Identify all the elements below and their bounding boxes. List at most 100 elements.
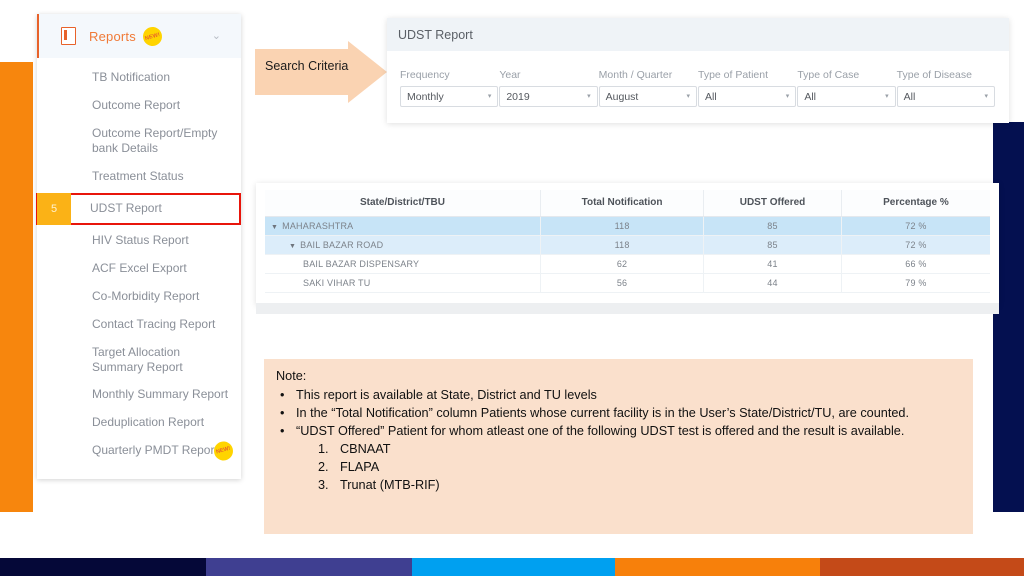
bullet-marker-icon: • <box>280 406 285 421</box>
filter-label: Type of Patient <box>697 69 769 81</box>
new-badge-icon: NEW! <box>140 24 165 48</box>
sidebar-header-reports[interactable]: Reports NEW! ⌄ <box>37 14 241 58</box>
strip-segment-3 <box>412 558 615 576</box>
chevron-down-icon[interactable]: ⌄ <box>212 30 221 42</box>
chevron-down-icon: ▾ <box>686 93 690 100</box>
row-name-cell[interactable]: ▼ MAHARASHTRA <box>265 216 541 236</box>
table-header-row: State/District/TBU Total Notification UD… <box>265 190 990 217</box>
udst-results-table-card: State/District/TBU Total Notification UD… <box>256 183 999 305</box>
sidebar-item-outcome-report[interactable]: Outcome Report <box>37 92 241 120</box>
filter-label: Year <box>499 69 521 81</box>
note-bullet: • In the “Total Notification” column Pat… <box>276 404 961 422</box>
cell-percentage: 66 % <box>841 254 990 274</box>
sidebar-menu-list: TB Notification Outcome Report Outcome R… <box>36 58 241 479</box>
select-value: All <box>704 90 717 103</box>
bullet-marker-icon: • <box>280 424 285 439</box>
sidebar-item-treatment-status[interactable]: Treatment Status <box>37 163 241 191</box>
row-name: MAHARASHTRA <box>282 221 354 231</box>
note-bullet-text: “UDST Offered” Patient for whom atleast … <box>296 424 905 439</box>
row-name-cell[interactable]: ▼ BAIL BAZAR ROAD <box>265 235 541 255</box>
note-bullet: • “UDST Offered” Patient for whom atleas… <box>276 422 961 440</box>
select-value: 2019 <box>506 90 530 103</box>
note-title: Note: <box>276 369 307 383</box>
type-of-disease-select[interactable]: All ▾ <box>896 86 995 107</box>
column-header-udst-offered: UDST Offered <box>703 190 842 217</box>
sidebar-item-label: Target Allocation Summary Report <box>92 344 183 375</box>
type-of-patient-select[interactable]: All ▾ <box>697 86 797 107</box>
select-value: All <box>804 90 816 103</box>
note-number-text: Trunat (MTB-RIF) <box>340 478 440 493</box>
sidebar-item-tb-notification[interactable]: TB Notification <box>37 64 241 92</box>
sidebar-item-co-morbidity-report[interactable]: Co-Morbidity Report <box>37 283 241 311</box>
left-accent-bar <box>0 62 33 512</box>
year-select[interactable]: 2019 ▾ <box>499 86 598 107</box>
expander-triangle-icon[interactable]: ▼ <box>289 243 296 250</box>
note-bullet-text: In the “Total Notification” column Patie… <box>296 406 910 421</box>
sidebar-item-quarterly-pmdt-report[interactable]: Quarterly PMDT Report NEW! <box>37 437 241 465</box>
sidebar-item-deduplication-report[interactable]: Deduplication Report <box>37 409 241 437</box>
search-criteria-label: Search Criteria <box>265 59 349 73</box>
cell-udst-offered: 41 <box>703 254 842 274</box>
note-box: Note: • This report is available at Stat… <box>264 359 973 534</box>
cell-percentage: 79 % <box>841 273 990 293</box>
note-number-text: CBNAAT <box>340 442 391 457</box>
sidebar-item-label: Deduplication Report <box>92 415 205 430</box>
table-row[interactable]: SAKI VIHAR TU 56 44 79 % <box>265 273 990 293</box>
cell-udst-offered: 85 <box>703 216 842 236</box>
sidebar-item-label: Treatment Status <box>92 168 184 183</box>
filter-label: Type of Disease <box>896 69 972 81</box>
sidebar-item-label: HIV Status Report <box>92 232 189 247</box>
strip-segment-5 <box>820 558 1024 576</box>
note-number-marker: 3. <box>318 478 329 493</box>
note-bullet-list: • This report is available at State, Dis… <box>276 386 961 440</box>
strip-segment-1 <box>0 558 206 576</box>
row-name-cell: BAIL BAZAR DISPENSARY <box>265 254 541 274</box>
table-row[interactable]: BAIL BAZAR DISPENSARY 62 41 66 % <box>265 254 990 274</box>
chevron-down-icon: ▾ <box>785 93 790 100</box>
note-bullet-text: This report is available at State, Distr… <box>296 388 597 403</box>
frequency-select[interactable]: Monthly ▾ <box>400 86 499 107</box>
cell-total-notification: 118 <box>540 216 705 236</box>
chevron-down-icon: ▾ <box>984 93 988 100</box>
sidebar-item-udst-report[interactable]: 5 UDST Report <box>36 192 241 225</box>
note-numbered-list: 1. CBNAAT 2. FLAPA 3. Trunat (MTB-RIF) <box>318 440 961 494</box>
cell-udst-offered: 85 <box>703 235 842 255</box>
note-numbered-item: 1. CBNAAT <box>318 440 961 458</box>
slide-root: Reports NEW! ⌄ TB Notification Outcome R… <box>0 0 1024 576</box>
sidebar-item-label: Monthly Summary Report <box>92 387 229 402</box>
table-row[interactable]: ▼ BAIL BAZAR ROAD 118 85 72 % <box>265 235 990 255</box>
table-footer-band <box>256 303 999 314</box>
select-value: Monthly <box>407 90 444 103</box>
sidebar-item-label: Quarterly PMDT Report <box>92 443 218 458</box>
cell-percentage: 72 % <box>841 235 990 255</box>
chevron-down-icon: ▾ <box>487 93 492 100</box>
cell-udst-offered: 44 <box>703 273 842 293</box>
row-name: BAIL BAZAR DISPENSARY <box>303 259 420 269</box>
sidebar-title: Reports <box>89 28 136 44</box>
row-name: SAKI VIHAR TU <box>303 278 371 288</box>
select-value: August <box>605 90 639 103</box>
sidebar-item-label: TB Notification <box>92 70 171 84</box>
step-number-badge: 5 <box>37 192 71 225</box>
note-bullet: • This report is available at State, Dis… <box>276 386 961 404</box>
sidebar-item-outcome-report-empty-bank-details[interactable]: Outcome Report/Empty bank Details <box>37 120 241 163</box>
reports-sidebar: Reports NEW! ⌄ TB Notification Outcome R… <box>36 14 241 480</box>
month-quarter-select[interactable]: August ▾ <box>598 86 697 107</box>
sidebar-item-monthly-summary-report[interactable]: Monthly Summary Report <box>37 381 241 409</box>
sidebar-item-acf-excel-export[interactable]: ACF Excel Export <box>37 255 241 283</box>
expander-triangle-icon[interactable]: ▼ <box>271 224 278 231</box>
sidebar-item-hiv-status-report[interactable]: HIV Status Report <box>37 227 241 255</box>
cell-percentage: 72 % <box>841 216 990 236</box>
table-row[interactable]: ▼ MAHARASHTRA 118 85 72 % <box>265 216 990 236</box>
note-number-marker: 2. <box>318 460 329 475</box>
report-card-title: UDST Report <box>387 18 1009 51</box>
type-of-case-select[interactable]: All ▾ <box>797 86 896 107</box>
report-icon <box>61 27 76 45</box>
note-number-marker: 1. <box>318 442 329 457</box>
sidebar-item-contact-tracing-report[interactable]: Contact Tracing Report <box>37 311 241 339</box>
filter-month-quarter: Month / Quarter August ▾ <box>598 69 697 107</box>
filter-type-of-disease: Type of Disease All ▾ <box>896 69 995 107</box>
right-accent-panel <box>993 122 1024 512</box>
chevron-down-icon: ▾ <box>587 93 591 100</box>
sidebar-item-target-allocation-summary-report[interactable]: Target Allocation Summary Report <box>37 339 241 382</box>
